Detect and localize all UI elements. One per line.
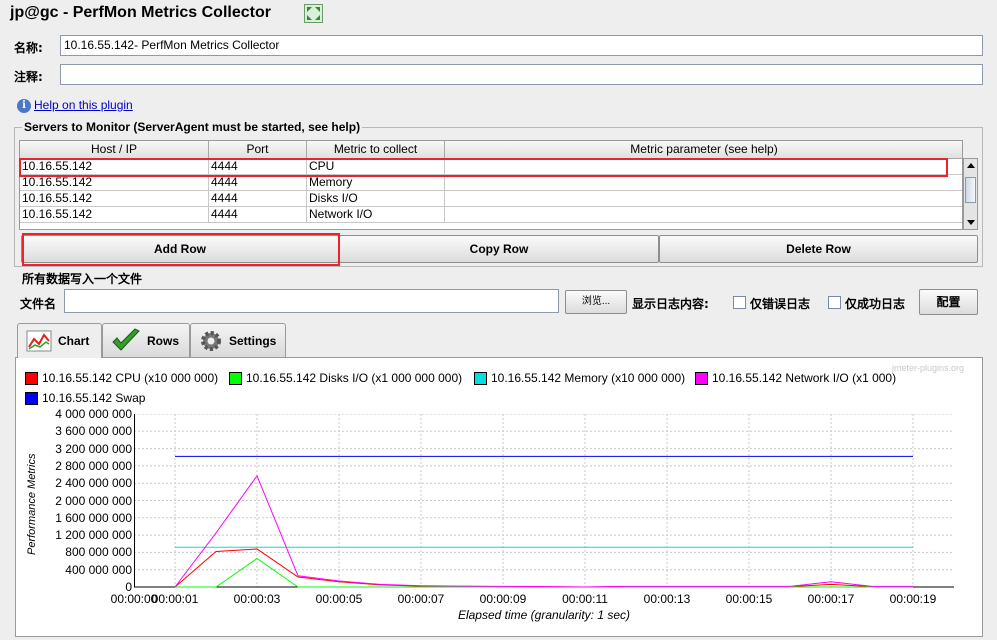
servers-table[interactable]: Host / IP Port Metric to collect Metric … (19, 140, 963, 230)
tab-settings-label: Settings (229, 333, 277, 348)
copy-row-button[interactable]: Copy Row (339, 235, 659, 263)
x-tick-label: 00:00:11 (562, 592, 608, 606)
legend-swatch (229, 371, 242, 385)
column-header-metric[interactable]: Metric to collect (307, 141, 445, 159)
errors-only-checkbox[interactable] (733, 296, 746, 309)
file-section-label: 所有数据写入一个文件 (22, 272, 143, 286)
highlight-add-row (22, 233, 340, 266)
servers-group-title: Servers to Monitor (ServerAgent must be … (22, 120, 363, 134)
y-tick-label: 2 000 000 000 (55, 493, 132, 508)
metric-cell[interactable]: Network I/O (307, 207, 445, 223)
column-header-param[interactable]: Metric parameter (see help) (445, 141, 962, 159)
configure-button[interactable]: 配置 (919, 289, 978, 315)
tab-rows[interactable]: Rows (102, 323, 190, 357)
y-axis-label: Performance Metrics (26, 453, 38, 555)
metric-cell[interactable]: Disks I/O (307, 191, 445, 207)
x-tick-label: 00:00:17 (807, 592, 855, 606)
tab-chart-label: Chart (58, 334, 90, 348)
legend-label: 10.16.55.142 Swap (42, 391, 146, 405)
help-link[interactable]: Help on this plugin (34, 98, 133, 112)
tab-chart[interactable]: Chart (17, 323, 102, 358)
column-header-port[interactable]: Port (209, 141, 307, 159)
host-cell[interactable]: 10.16.55.142 (20, 207, 209, 223)
param-cell[interactable] (445, 207, 962, 223)
log-display-label: 显示日志内容: (632, 297, 709, 311)
scroll-up-icon[interactable] (967, 163, 975, 168)
y-tick-label: 1 600 000 000 (55, 510, 132, 525)
legend-item-disks: 10.16.55.142 Disks I/O (x1 000 000 000) (229, 371, 462, 385)
column-header-host[interactable]: Host / IP (20, 141, 209, 159)
host-cell[interactable]: 10.16.55.142 (20, 175, 209, 191)
tab-settings[interactable]: Settings (190, 323, 286, 357)
name-field[interactable]: 10.16.55.142- PerfMon Metrics Collector (60, 35, 983, 56)
table-row[interactable]: 10.16.55.142 4444 Disks I/O (20, 191, 962, 207)
errors-only-label: 仅错误日志 (750, 297, 811, 311)
window-title: jp@gc - PerfMon Metrics Collector (10, 4, 271, 21)
tab-rows-label: Rows (147, 333, 180, 348)
legend-swatch (695, 371, 708, 385)
series-line-1 (175, 557, 913, 588)
legend-label: 10.16.55.142 Network I/O (x1 000) (712, 371, 897, 385)
legend-label: 10.16.55.142 Disks I/O (x1 000 000 000) (246, 371, 463, 385)
legend-swatch (25, 371, 38, 385)
y-tick-label: 2 400 000 000 (55, 476, 132, 491)
series-line-0 (174, 548, 913, 588)
param-cell[interactable] (445, 175, 962, 191)
browse-button[interactable]: 浏览... (565, 290, 627, 314)
legend-label: 10.16.55.142 Memory (x10 000 000) (491, 371, 686, 385)
checkmark-icon (112, 327, 140, 351)
x-tick-label: 00:00:09 (479, 592, 527, 606)
legend-item-swap: 10.16.55.142 Swap (25, 391, 145, 405)
name-label: 名称: (14, 41, 43, 55)
expand-icon[interactable] (304, 4, 323, 23)
scroll-thumb[interactable] (965, 177, 976, 203)
metric-cell[interactable]: Memory (307, 175, 445, 191)
highlight-cpu-row (19, 158, 948, 177)
x-tick-label: 00:00:15 (725, 592, 773, 606)
legend-label: 10.16.55.142 CPU (x10 000 000) (42, 371, 219, 385)
legend-swatch (25, 391, 38, 405)
host-cell[interactable]: 10.16.55.142 (20, 191, 209, 207)
filename-input[interactable] (64, 289, 559, 313)
x-tick-label: 00:00:07 (397, 592, 445, 606)
y-tick-label: 400 000 000 (65, 562, 132, 577)
y-tick-label: 3 200 000 000 (55, 441, 132, 456)
gear-icon (201, 330, 221, 351)
watermark: jmeter-plugins.org (892, 363, 965, 373)
comment-field[interactable] (60, 64, 983, 85)
expand-arrows-icon (307, 7, 320, 20)
y-tick-label: 2 800 000 000 (55, 458, 132, 473)
plot-area (134, 414, 954, 588)
x-axis-label: Elapsed time (granularity: 1 sec) (457, 608, 631, 622)
comment-label: 注释: (14, 70, 43, 84)
table-row[interactable]: 10.16.55.142 4444 Network I/O (20, 207, 962, 223)
info-icon: i (17, 99, 31, 113)
delete-row-button[interactable]: Delete Row (659, 235, 978, 263)
port-cell[interactable]: 4444 (209, 207, 307, 223)
x-tick-label: 00:00:03 (233, 592, 281, 606)
x-tick-label: 00:00:05 (315, 592, 363, 606)
y-tick-label: 3 600 000 000 (55, 424, 132, 439)
success-only-label: 仅成功日志 (845, 297, 906, 311)
scroll-down-icon[interactable] (967, 220, 975, 225)
y-tick-label: 1 200 000 000 (55, 528, 132, 543)
x-tick-label: 00:00:13 (643, 592, 691, 606)
y-tick-label: 4 000 000 000 (55, 407, 132, 421)
param-cell[interactable] (445, 191, 962, 207)
success-only-checkbox[interactable] (828, 296, 841, 309)
legend-item-memory: 10.16.55.142 Memory (x10 000 000) (474, 371, 685, 385)
legend-swatch (474, 371, 487, 385)
port-cell[interactable]: 4444 (209, 191, 307, 207)
table-scrollbar[interactable] (963, 158, 978, 230)
filename-label: 文件名 (20, 297, 57, 311)
x-tick-label: 00:00:19 (889, 592, 937, 606)
table-row[interactable]: 10.16.55.142 4444 Memory (20, 175, 962, 191)
y-tick-label: 800 000 000 (65, 545, 132, 560)
port-cell[interactable]: 4444 (209, 175, 307, 191)
chart-icon (26, 330, 52, 352)
x-tick-label: 00:00:01 (151, 592, 199, 606)
legend-item-network: 10.16.55.142 Network I/O (x1 000) (695, 371, 896, 385)
legend-item-cpu: 10.16.55.142 CPU (x10 000 000) (25, 371, 218, 385)
series-line-3 (174, 474, 913, 588)
